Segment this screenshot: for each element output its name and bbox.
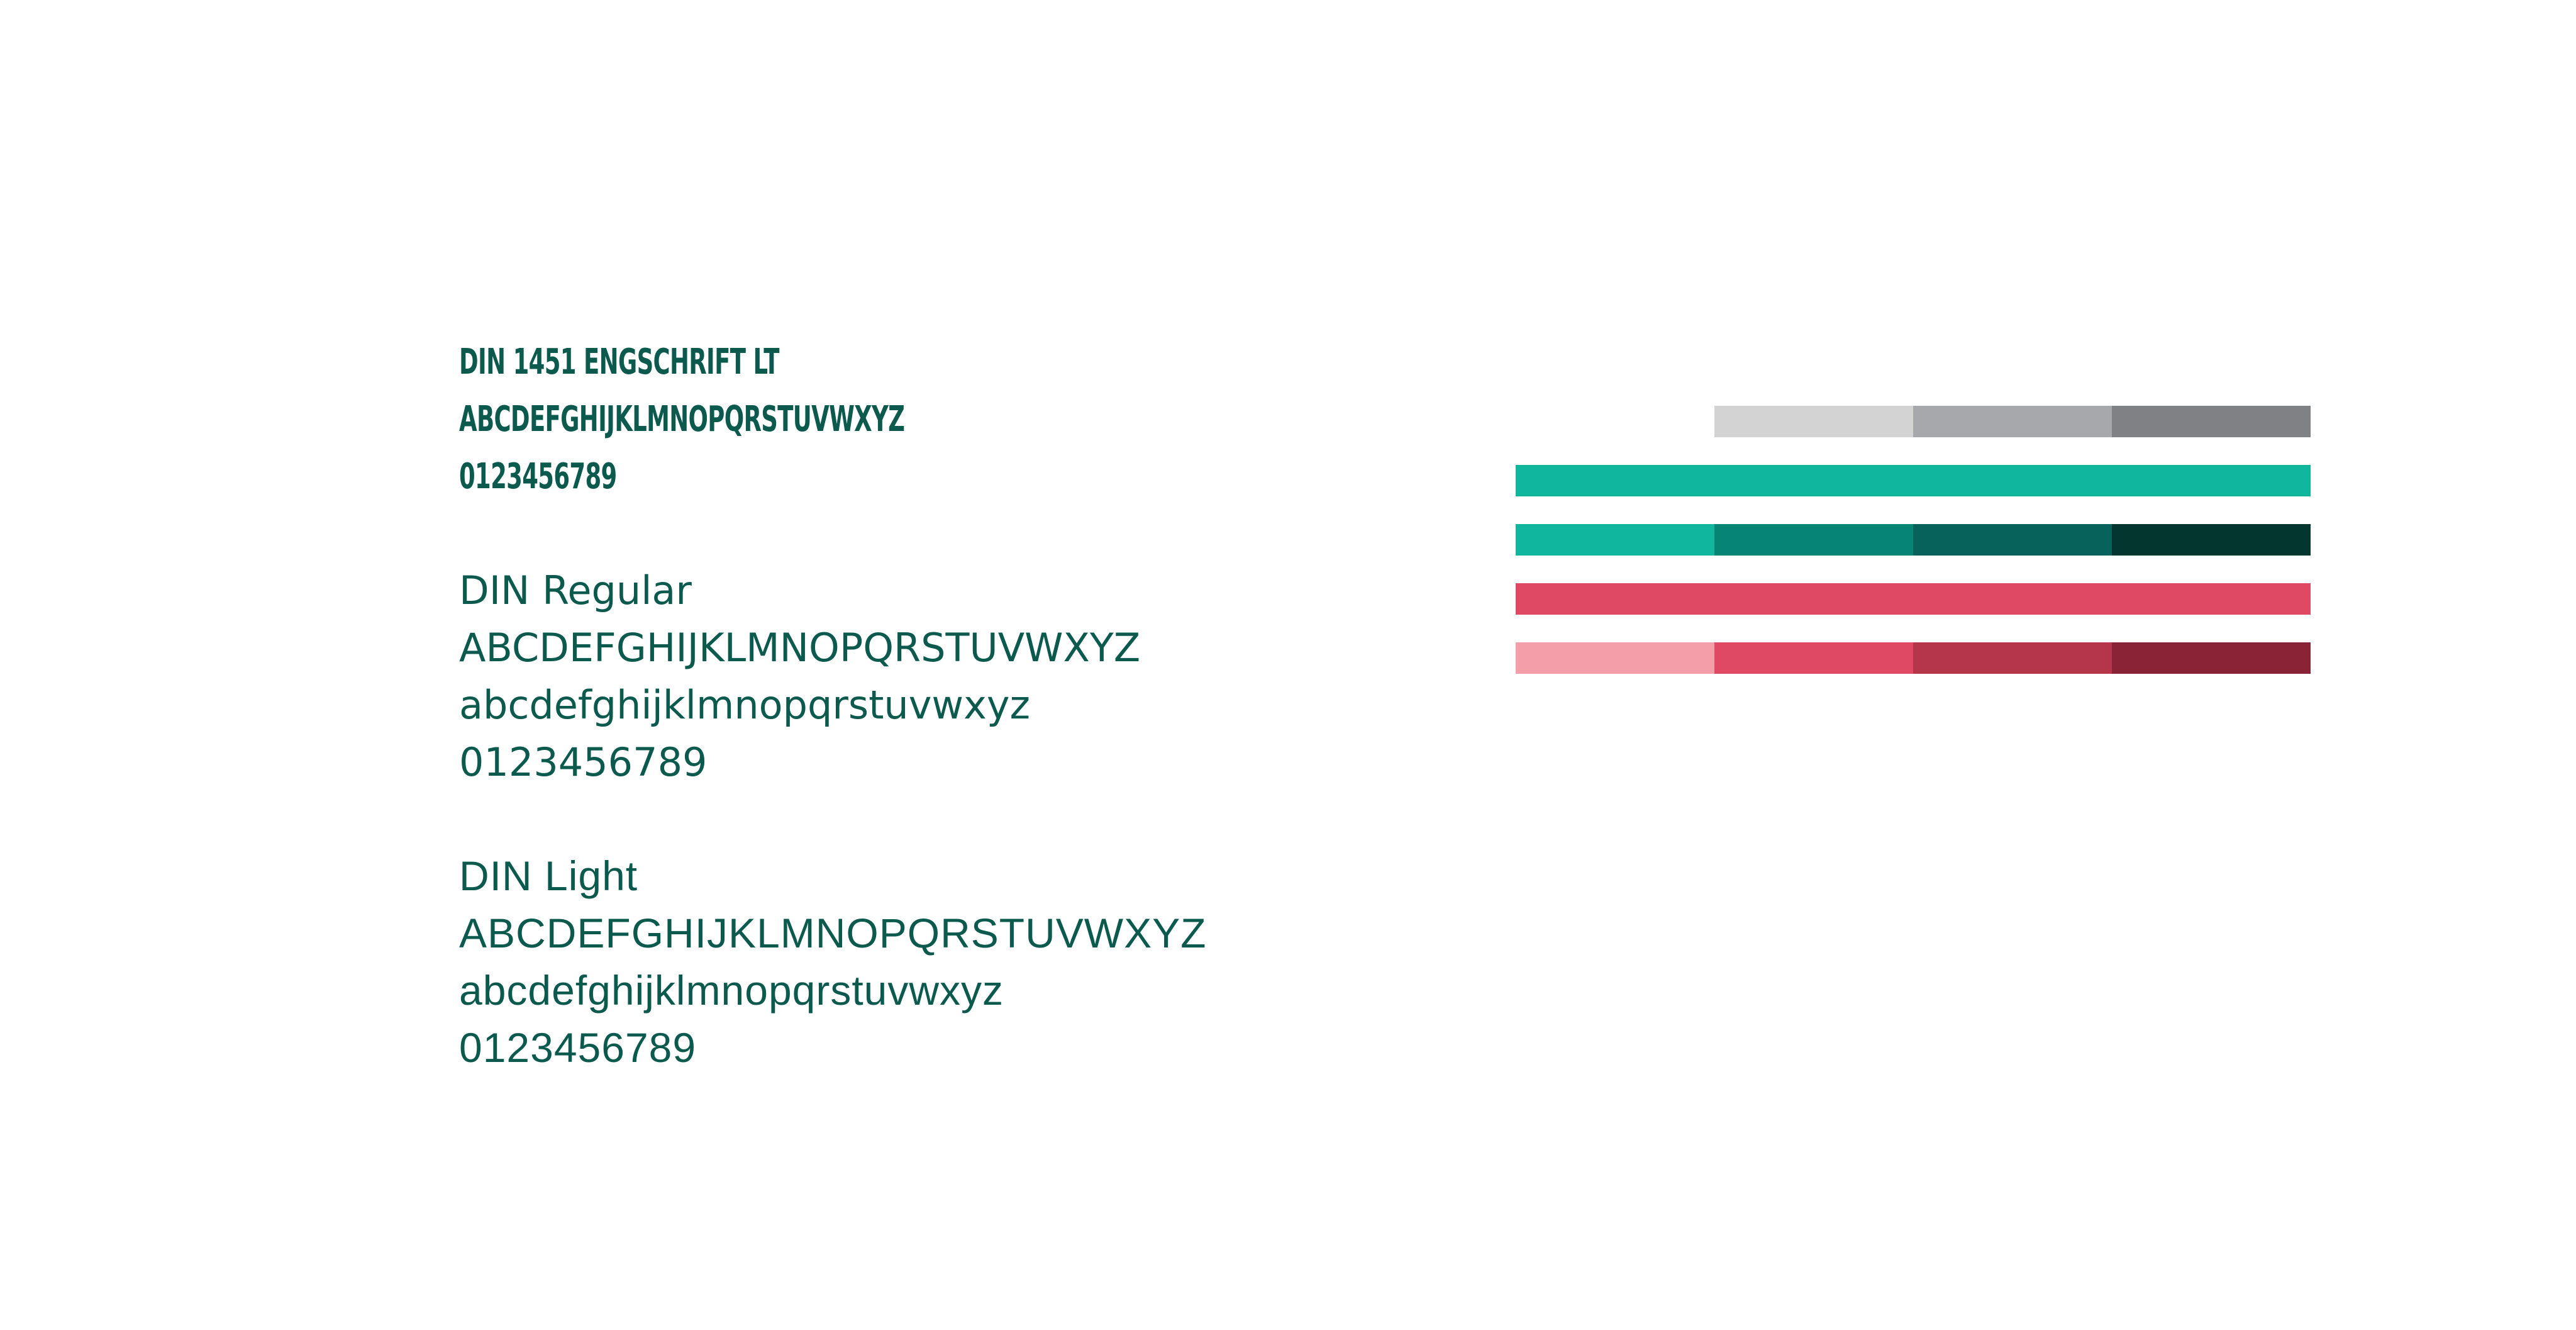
swatch-red-2	[1714, 642, 1913, 674]
swatch-red-4	[2112, 642, 2311, 674]
font-specimen-din-regular: DIN Regular ABCDEFGHIJKLMNOPQRSTUVWXYZ a…	[459, 562, 1465, 791]
din-light-lowercase-sample: abcdefghijklmnopqrstuvwxyz	[459, 967, 1004, 1014]
swatch-gray-dark	[2112, 406, 2311, 437]
font-specimen-din-light: DIN Light ABCDEFGHIJKLMNOPQRSTUVWXYZ abc…	[459, 847, 1465, 1076]
swatch-teal-primary	[1516, 465, 2311, 496]
din-1451-uppercase-sample: ABCDEFGHIJKLMNOPQRSTUVWXYZ	[459, 399, 905, 440]
din-1451-digits-sample: 0123456789	[459, 456, 617, 497]
font-name-din-1451: DIN 1451 ENGSCHRIFT LT	[459, 342, 779, 383]
font-name-din-light: DIN Light	[459, 852, 638, 899]
font-name-din-regular: DIN Regular	[459, 567, 692, 613]
swatch-teal-4	[2112, 524, 2311, 556]
color-palette	[1516, 406, 2311, 701]
teal-primary-bar	[1516, 465, 2311, 496]
swatch-teal-2	[1714, 524, 1913, 556]
swatch-teal-3	[1913, 524, 2112, 556]
swatch-red-1	[1516, 642, 1714, 674]
typography-specimen: DIN 1451 ENGSCHRIFT LT ABCDEFGHIJKLMNOPQ…	[459, 333, 1465, 1133]
red-shades-row	[1516, 642, 2311, 674]
gray-swatch-row	[1516, 406, 2311, 437]
din-regular-lowercase-sample: abcdefghijklmnopqrstuvwxyz	[459, 682, 1031, 728]
din-light-uppercase-sample: ABCDEFGHIJKLMNOPQRSTUVWXYZ	[459, 910, 1207, 956]
swatch-teal-1	[1516, 524, 1714, 556]
din-light-digits-sample: 0123456789	[459, 1024, 697, 1071]
font-specimen-din-1451: DIN 1451 ENGSCHRIFT LT ABCDEFGHIJKLMNOPQ…	[459, 333, 1465, 505]
din-regular-digits-sample: 0123456789	[459, 739, 708, 785]
din-regular-uppercase-sample: ABCDEFGHIJKLMNOPQRSTUVWXYZ	[459, 625, 1141, 671]
swatch-red-3	[1913, 642, 2112, 674]
red-primary-bar	[1516, 583, 2311, 615]
teal-shades-row	[1516, 524, 2311, 556]
swatch-gray-medium	[1913, 406, 2112, 437]
swatch-red-primary	[1516, 583, 2311, 615]
swatch-gray-light	[1714, 406, 1913, 437]
